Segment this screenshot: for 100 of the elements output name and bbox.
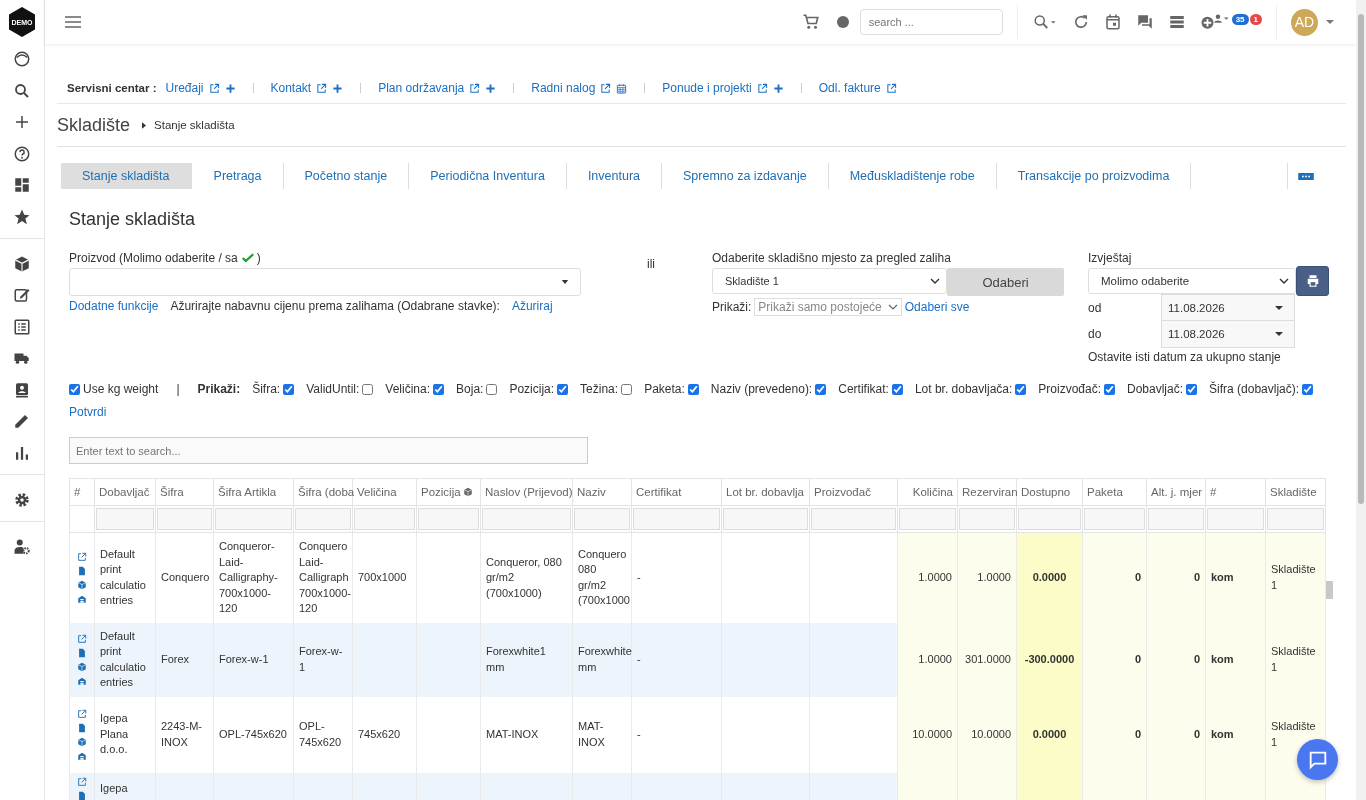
checkbox[interactable] (557, 383, 569, 395)
cube-icon[interactable] (77, 736, 87, 747)
external-link-icon[interactable] (316, 82, 328, 94)
column-header[interactable]: Skladište (1265, 478, 1326, 506)
help-icon[interactable] (13, 144, 31, 163)
column-header[interactable]: Naziv (572, 478, 632, 506)
filter-field[interactable] (1018, 508, 1081, 530)
table-search-field[interactable]: Enter text to search... (69, 437, 588, 464)
calendar-icon[interactable] (616, 82, 628, 94)
date-field[interactable]: 11.08.2026 (1161, 294, 1295, 322)
checkbox[interactable] (687, 383, 699, 395)
plus-icon[interactable] (772, 82, 784, 94)
file-icon[interactable] (77, 565, 87, 576)
file-icon[interactable] (77, 790, 87, 800)
column-header[interactable]: Paketa (1082, 478, 1147, 506)
edit-icon[interactable] (13, 286, 31, 304)
print-button[interactable] (1296, 266, 1329, 296)
plus-icon[interactable] (332, 82, 344, 94)
service-link[interactable]: Odl. fakture (818, 81, 881, 95)
filter-field[interactable] (96, 508, 154, 530)
notification-badge[interactable]: 1 (1249, 14, 1262, 25)
tab[interactable]: Međuskladištenje robe (828, 163, 997, 189)
confirm-link[interactable]: Potvrdi (69, 405, 107, 419)
contact-card-icon[interactable] (13, 380, 31, 399)
tab[interactable]: Transakcije po proizvodima (996, 163, 1192, 189)
filter-field[interactable] (482, 508, 571, 530)
filter-field[interactable] (574, 508, 630, 530)
column-header[interactable]: # (69, 478, 95, 506)
filter-select[interactable]: Prikaži samo postojeće (754, 298, 902, 316)
breadcrumb-item[interactable]: Stanje skladišta (154, 119, 235, 131)
checkbox[interactable] (891, 383, 903, 395)
warehouse-select[interactable]: Skladište 1 (712, 268, 947, 294)
caret-icon[interactable] (1326, 19, 1334, 25)
building-icon[interactable] (77, 750, 87, 761)
external-link-icon[interactable] (600, 82, 612, 94)
checkbox[interactable] (69, 383, 80, 395)
filter-field[interactable] (215, 508, 292, 530)
tab[interactable]: Stanje skladišta (61, 163, 192, 189)
column-header[interactable]: Certifikat (631, 478, 722, 506)
filter-field[interactable] (1267, 508, 1324, 530)
service-link[interactable]: Ponude i projekti (662, 81, 752, 95)
column-header[interactable]: Pozicija (416, 478, 481, 506)
server-icon[interactable] (1167, 13, 1186, 31)
circle-icon[interactable] (13, 50, 31, 68)
service-link[interactable]: Radni nalog (531, 81, 596, 95)
extra-functions-link[interactable]: Dodatne funkcije (69, 299, 159, 313)
checkbox[interactable] (1015, 383, 1027, 395)
plus-icon[interactable] (224, 82, 236, 94)
update-link[interactable]: Ažuriraj (511, 299, 553, 313)
notification-badge[interactable]: 35 (1231, 14, 1249, 25)
filter-field[interactable] (1207, 508, 1264, 530)
filter-field[interactable] (723, 508, 808, 530)
search-field[interactable]: search ... (859, 9, 1003, 35)
column-header[interactable]: Naslov (Prijevod) (480, 478, 573, 506)
column-header[interactable]: Dostupno (1016, 478, 1083, 506)
building-icon[interactable] (77, 593, 87, 604)
filter-field[interactable] (811, 508, 896, 530)
filter-field[interactable] (157, 508, 212, 530)
checkbox[interactable] (433, 383, 445, 395)
external-link-icon[interactable] (77, 633, 87, 644)
checkbox[interactable] (283, 383, 295, 395)
external-link-icon[interactable] (208, 82, 220, 94)
settings-icon[interactable] (13, 490, 31, 509)
checkbox[interactable] (621, 383, 633, 395)
checkbox[interactable] (1104, 383, 1115, 395)
dashboard-icon[interactable] (13, 176, 31, 194)
add-user-icon[interactable] (1199, 13, 1230, 31)
cube-icon[interactable] (13, 254, 31, 273)
column-header[interactable]: Dobavljač (94, 478, 156, 506)
file-icon[interactable] (77, 722, 87, 733)
pencil-icon[interactable] (13, 412, 31, 430)
file-icon[interactable] (77, 647, 87, 658)
column-header[interactable]: Šifra (doba (293, 478, 353, 506)
column-header[interactable]: Šifra Artikla (213, 478, 294, 506)
external-link-icon[interactable] (756, 82, 768, 94)
column-header[interactable]: Lot br. dobavlja (721, 478, 810, 506)
external-link-icon[interactable] (469, 82, 481, 94)
chat-icon[interactable] (1135, 13, 1154, 31)
tab[interactable]: Periodična Inventura (409, 163, 567, 189)
plus-icon[interactable] (13, 113, 31, 131)
tab[interactable]: Pretraga (192, 163, 284, 189)
checkbox[interactable] (815, 383, 827, 395)
list-icon[interactable] (13, 317, 31, 336)
checkbox[interactable] (362, 383, 374, 395)
filter-field[interactable] (959, 508, 1015, 530)
column-header[interactable]: Rezerviran (957, 478, 1017, 506)
select-all-link[interactable]: Odaberi sve (904, 300, 970, 314)
more-icon[interactable] (1298, 172, 1315, 180)
service-link[interactable]: Kontakt (270, 81, 312, 95)
external-link-icon[interactable] (77, 776, 87, 787)
column-header[interactable]: Proizvođač (809, 478, 898, 506)
filter-field[interactable] (295, 508, 351, 530)
checkbox[interactable] (1186, 383, 1198, 395)
external-link-icon[interactable] (77, 551, 87, 562)
cart-icon[interactable] (801, 13, 820, 31)
service-link[interactable]: Uređaji (165, 81, 204, 95)
search-icon[interactable] (13, 81, 31, 100)
tab[interactable]: Početno stanje (283, 163, 410, 189)
building-icon[interactable] (77, 675, 87, 686)
external-link-icon[interactable] (77, 708, 87, 719)
